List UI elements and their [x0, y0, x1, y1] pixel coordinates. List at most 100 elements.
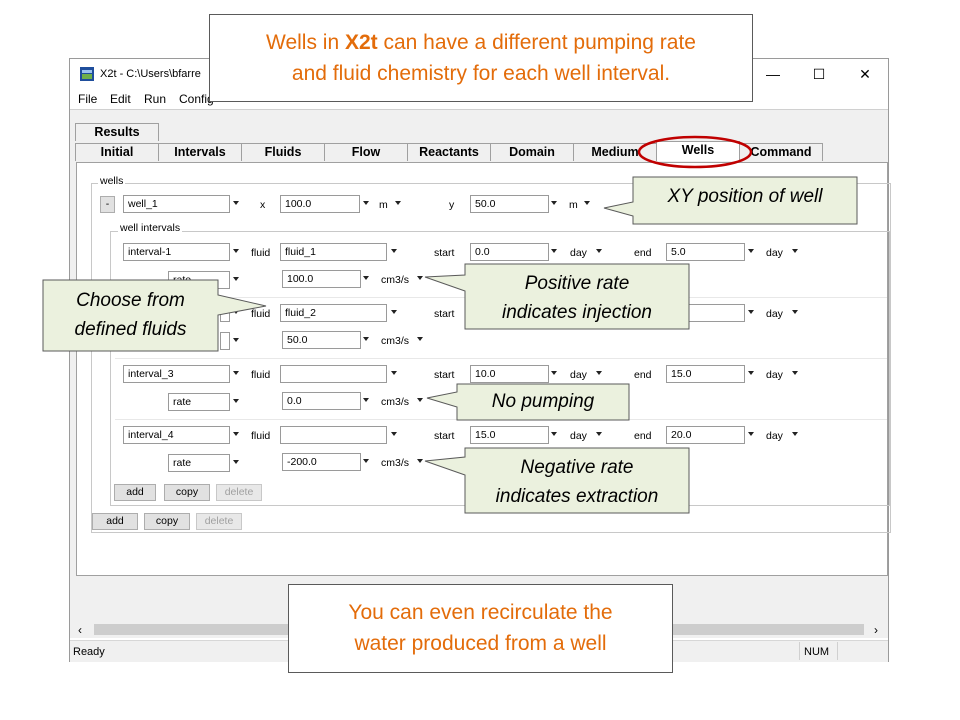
maximize-icon[interactable]: ☐ [796, 59, 842, 89]
end-unit-label: day [766, 369, 783, 381]
chevron-down-icon[interactable] [233, 371, 239, 375]
top-note: Wells in X2t can have a different pumpin… [209, 14, 753, 102]
tab-intervals[interactable]: Intervals [158, 143, 242, 161]
chevron-down-icon[interactable] [395, 201, 401, 205]
start-unit-label: day [570, 369, 587, 381]
chevron-down-icon[interactable] [391, 310, 397, 314]
chevron-down-icon[interactable] [792, 310, 798, 314]
chevron-down-icon[interactable] [233, 249, 239, 253]
chevron-down-icon[interactable] [748, 432, 754, 436]
interval-name-field[interactable]: interval-1 [123, 243, 230, 261]
end-field[interactable]: 5.0 [666, 243, 745, 261]
close-icon[interactable]: ✕ [842, 59, 888, 89]
tab-results[interactable]: Results [75, 123, 159, 141]
negative-rate-line2: indicates extraction [495, 486, 659, 507]
tab-flow[interactable]: Flow [324, 143, 408, 161]
rate-field[interactable]: 50.0 [282, 331, 361, 349]
end-field[interactable]: 20.0 [666, 426, 745, 444]
chevron-down-icon[interactable] [596, 371, 602, 375]
chevron-down-icon[interactable] [363, 398, 369, 402]
fluid-select[interactable] [280, 426, 387, 444]
add-interval-button[interactable]: add [114, 484, 156, 501]
chevron-down-icon[interactable] [233, 399, 239, 403]
no-pumping-callout-text: No pumping [491, 391, 595, 412]
menu-run[interactable]: Run [144, 92, 166, 106]
tab-reactants[interactable]: Reactants [407, 143, 491, 161]
rate-unit-label: cm3/s [381, 457, 410, 469]
start-label: start [434, 369, 455, 381]
y-unit-label: m [569, 199, 578, 211]
start-label: start [434, 430, 455, 442]
chevron-down-icon[interactable] [233, 432, 239, 436]
tab-domain[interactable]: Domain [490, 143, 574, 161]
y-position-field[interactable]: 50.0 [470, 195, 549, 213]
end-label: end [634, 369, 652, 381]
app-window: X2t - C:\Users\bfarre — ☐ ✕ File Edit Ru… [69, 58, 891, 662]
add-well-button[interactable]: add [92, 513, 138, 530]
chevron-down-icon[interactable] [748, 249, 754, 253]
rate-type-select[interactable]: rate [168, 454, 230, 472]
end-unit-label: day [766, 247, 783, 259]
chevron-down-icon[interactable] [391, 249, 397, 253]
choose-fluids-line1: Choose from [76, 290, 185, 311]
rate-field[interactable]: 0.0 [282, 392, 361, 410]
chevron-down-icon[interactable] [748, 371, 754, 375]
copy-interval-button[interactable]: copy [164, 484, 210, 501]
minimize-icon[interactable]: — [750, 59, 796, 89]
chevron-down-icon[interactable] [391, 371, 397, 375]
end-unit-label: day [766, 430, 783, 442]
fluid-select[interactable] [280, 365, 387, 383]
chevron-down-icon[interactable] [363, 459, 369, 463]
chevron-down-icon[interactable] [584, 201, 590, 205]
choose-fluids-callout-text: Choose from defined fluids [43, 286, 218, 344]
chevron-down-icon[interactable] [233, 460, 239, 464]
tab-initial[interactable]: Initial [75, 143, 159, 161]
menu-edit[interactable]: Edit [110, 92, 131, 106]
chevron-down-icon[interactable] [391, 432, 397, 436]
delete-interval-button[interactable]: delete [216, 484, 262, 501]
delete-well-button[interactable]: delete [196, 513, 242, 530]
chevron-down-icon[interactable] [596, 432, 602, 436]
interval-name-field[interactable]: interval_3 [123, 365, 230, 383]
chevron-down-icon[interactable] [363, 276, 369, 280]
chevron-down-icon[interactable] [792, 371, 798, 375]
end-label: end [634, 247, 652, 259]
chevron-down-icon[interactable] [551, 249, 557, 253]
rate-unit-label: cm3/s [381, 335, 410, 347]
well-name-field[interactable]: well_1 [123, 195, 230, 213]
scroll-left-icon[interactable]: ‹ [78, 623, 82, 637]
scroll-right-icon[interactable]: › [874, 623, 878, 637]
fluid-select[interactable]: fluid_2 [280, 304, 387, 322]
chevron-down-icon[interactable] [792, 249, 798, 253]
menu-file[interactable]: File [78, 92, 97, 106]
top-note-line2: and fluid chemistry for each well interv… [291, 62, 671, 85]
chevron-down-icon[interactable] [551, 201, 557, 205]
chevron-down-icon[interactable] [551, 432, 557, 436]
end-field[interactable]: 15.0 [666, 365, 745, 383]
chevron-down-icon[interactable] [792, 432, 798, 436]
tab-fluids[interactable]: Fluids [241, 143, 325, 161]
wells-tab-highlight [637, 135, 753, 169]
remove-well-button[interactable]: - [100, 196, 115, 213]
chevron-down-icon[interactable] [363, 337, 369, 341]
chevron-down-icon[interactable] [363, 201, 369, 205]
rate-field[interactable]: 100.0 [282, 270, 361, 288]
rate-type-select[interactable]: rate [168, 393, 230, 411]
interval-name-field[interactable]: interval_4 [123, 426, 230, 444]
start-field[interactable]: 0.0 [470, 243, 549, 261]
choose-fluids-line2: defined fluids [74, 319, 187, 340]
chevron-down-icon[interactable] [233, 201, 239, 205]
rate-field[interactable]: -200.0 [282, 453, 361, 471]
copy-well-button[interactable]: copy [144, 513, 190, 530]
x-position-field[interactable]: 100.0 [280, 195, 360, 213]
positive-rate-line2: indicates injection [502, 302, 652, 323]
start-field[interactable]: 15.0 [470, 426, 549, 444]
positive-rate-line1: Positive rate [524, 273, 630, 294]
chevron-down-icon[interactable] [748, 310, 754, 314]
rate-unit-label: cm3/s [381, 396, 410, 408]
chevron-down-icon[interactable] [551, 371, 557, 375]
start-field[interactable]: 10.0 [470, 365, 549, 383]
fluid-select[interactable]: fluid_1 [280, 243, 387, 261]
chevron-down-icon[interactable] [417, 337, 423, 341]
chevron-down-icon[interactable] [596, 249, 602, 253]
